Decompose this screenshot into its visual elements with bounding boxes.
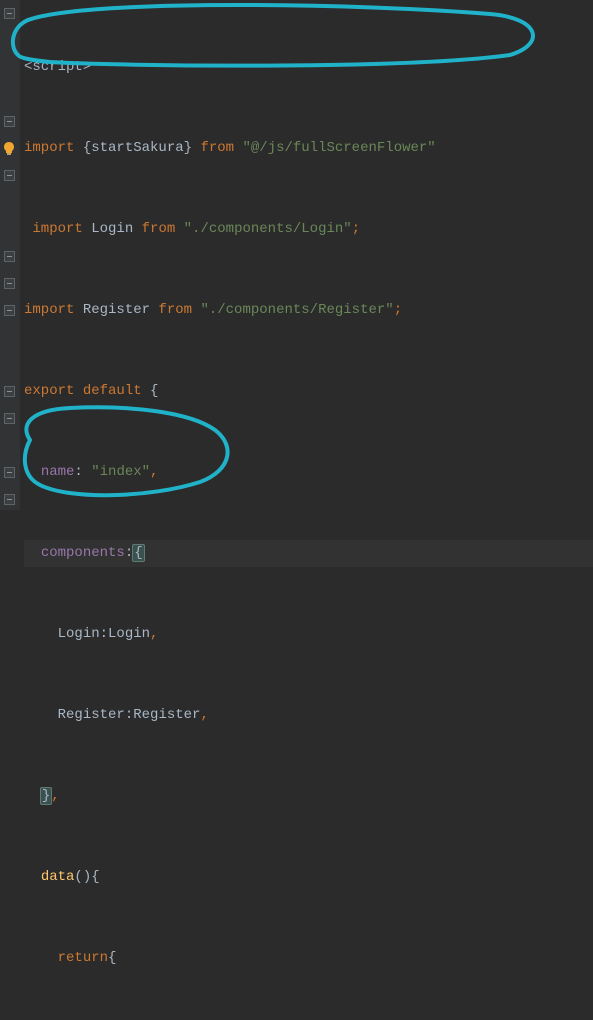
semicolon: ;	[352, 221, 360, 237]
comma: ,	[150, 626, 158, 642]
prop-key: name	[41, 464, 75, 480]
brace: {	[150, 383, 158, 399]
code-line[interactable]: data(){	[24, 864, 593, 891]
brace: {	[83, 140, 91, 156]
colon: :	[125, 707, 133, 723]
code-line-current[interactable]: components:{	[24, 540, 593, 567]
brace-matched: {	[132, 544, 144, 562]
prop-key: components	[41, 545, 125, 561]
identifier: Register	[83, 302, 150, 318]
code-line[interactable]: export default {	[24, 378, 593, 405]
kw-import: import	[32, 221, 91, 237]
identifier: startSakura	[91, 140, 183, 156]
code-line[interactable]: },	[24, 783, 593, 810]
tag-name: script	[32, 59, 82, 75]
kw-from: from	[192, 140, 242, 156]
tag-close: >	[83, 59, 91, 75]
string: "@/js/fullScreenFlower"	[242, 140, 435, 156]
fold-marker-icon[interactable]	[4, 413, 15, 424]
kw-from: from	[150, 302, 200, 318]
gutter	[0, 0, 20, 510]
string: "./components/Login"	[184, 221, 352, 237]
code-line[interactable]: import Register from "./components/Regis…	[24, 297, 593, 324]
string: "./components/Register"	[200, 302, 393, 318]
fold-marker-icon[interactable]	[4, 251, 15, 262]
parens: ()	[74, 869, 91, 885]
code-line[interactable]: Login:Login,	[24, 621, 593, 648]
code-line[interactable]: return{	[24, 945, 593, 972]
semicolon: ;	[394, 302, 402, 318]
fold-marker-icon[interactable]	[4, 8, 15, 19]
comma: ,	[51, 788, 59, 804]
brace: {	[91, 869, 99, 885]
kw-from: from	[133, 221, 183, 237]
brace: }	[184, 140, 192, 156]
colon: :	[100, 626, 108, 642]
fold-marker-icon[interactable]	[4, 386, 15, 397]
colon: :	[74, 464, 91, 480]
fold-marker-icon[interactable]	[4, 170, 15, 181]
code-line[interactable]: name: "index",	[24, 459, 593, 486]
fold-marker-icon[interactable]	[4, 278, 15, 289]
kw-export: export	[24, 383, 83, 399]
identifier: Login	[108, 626, 150, 642]
code-line[interactable]: import Login from "./components/Login";	[24, 216, 593, 243]
code-editor[interactable]: <script> import {startSakura} from "@/js…	[0, 0, 593, 510]
code-line[interactable]: Register:Register,	[24, 702, 593, 729]
identifier: Login	[91, 221, 133, 237]
fold-marker-icon[interactable]	[4, 116, 15, 127]
brace: {	[108, 950, 116, 966]
method-name: data	[41, 869, 75, 885]
kw-return: return	[58, 950, 108, 966]
code-line[interactable]: import {startSakura} from "@/js/fullScre…	[24, 135, 593, 162]
comma: ,	[150, 464, 158, 480]
code-line[interactable]: <script>	[24, 54, 593, 81]
string: "index"	[91, 464, 150, 480]
comma: ,	[200, 707, 208, 723]
code-area[interactable]: <script> import {startSakura} from "@/js…	[20, 0, 593, 510]
prop-key: Login	[58, 626, 100, 642]
kw-import: import	[24, 140, 83, 156]
lightbulb-icon[interactable]	[3, 142, 15, 156]
fold-marker-icon[interactable]	[4, 494, 15, 505]
fold-marker-icon[interactable]	[4, 467, 15, 478]
fold-marker-icon[interactable]	[4, 305, 15, 316]
identifier: Register	[133, 707, 200, 723]
kw-default: default	[83, 383, 150, 399]
prop-key: Register	[58, 707, 125, 723]
kw-import: import	[24, 302, 83, 318]
